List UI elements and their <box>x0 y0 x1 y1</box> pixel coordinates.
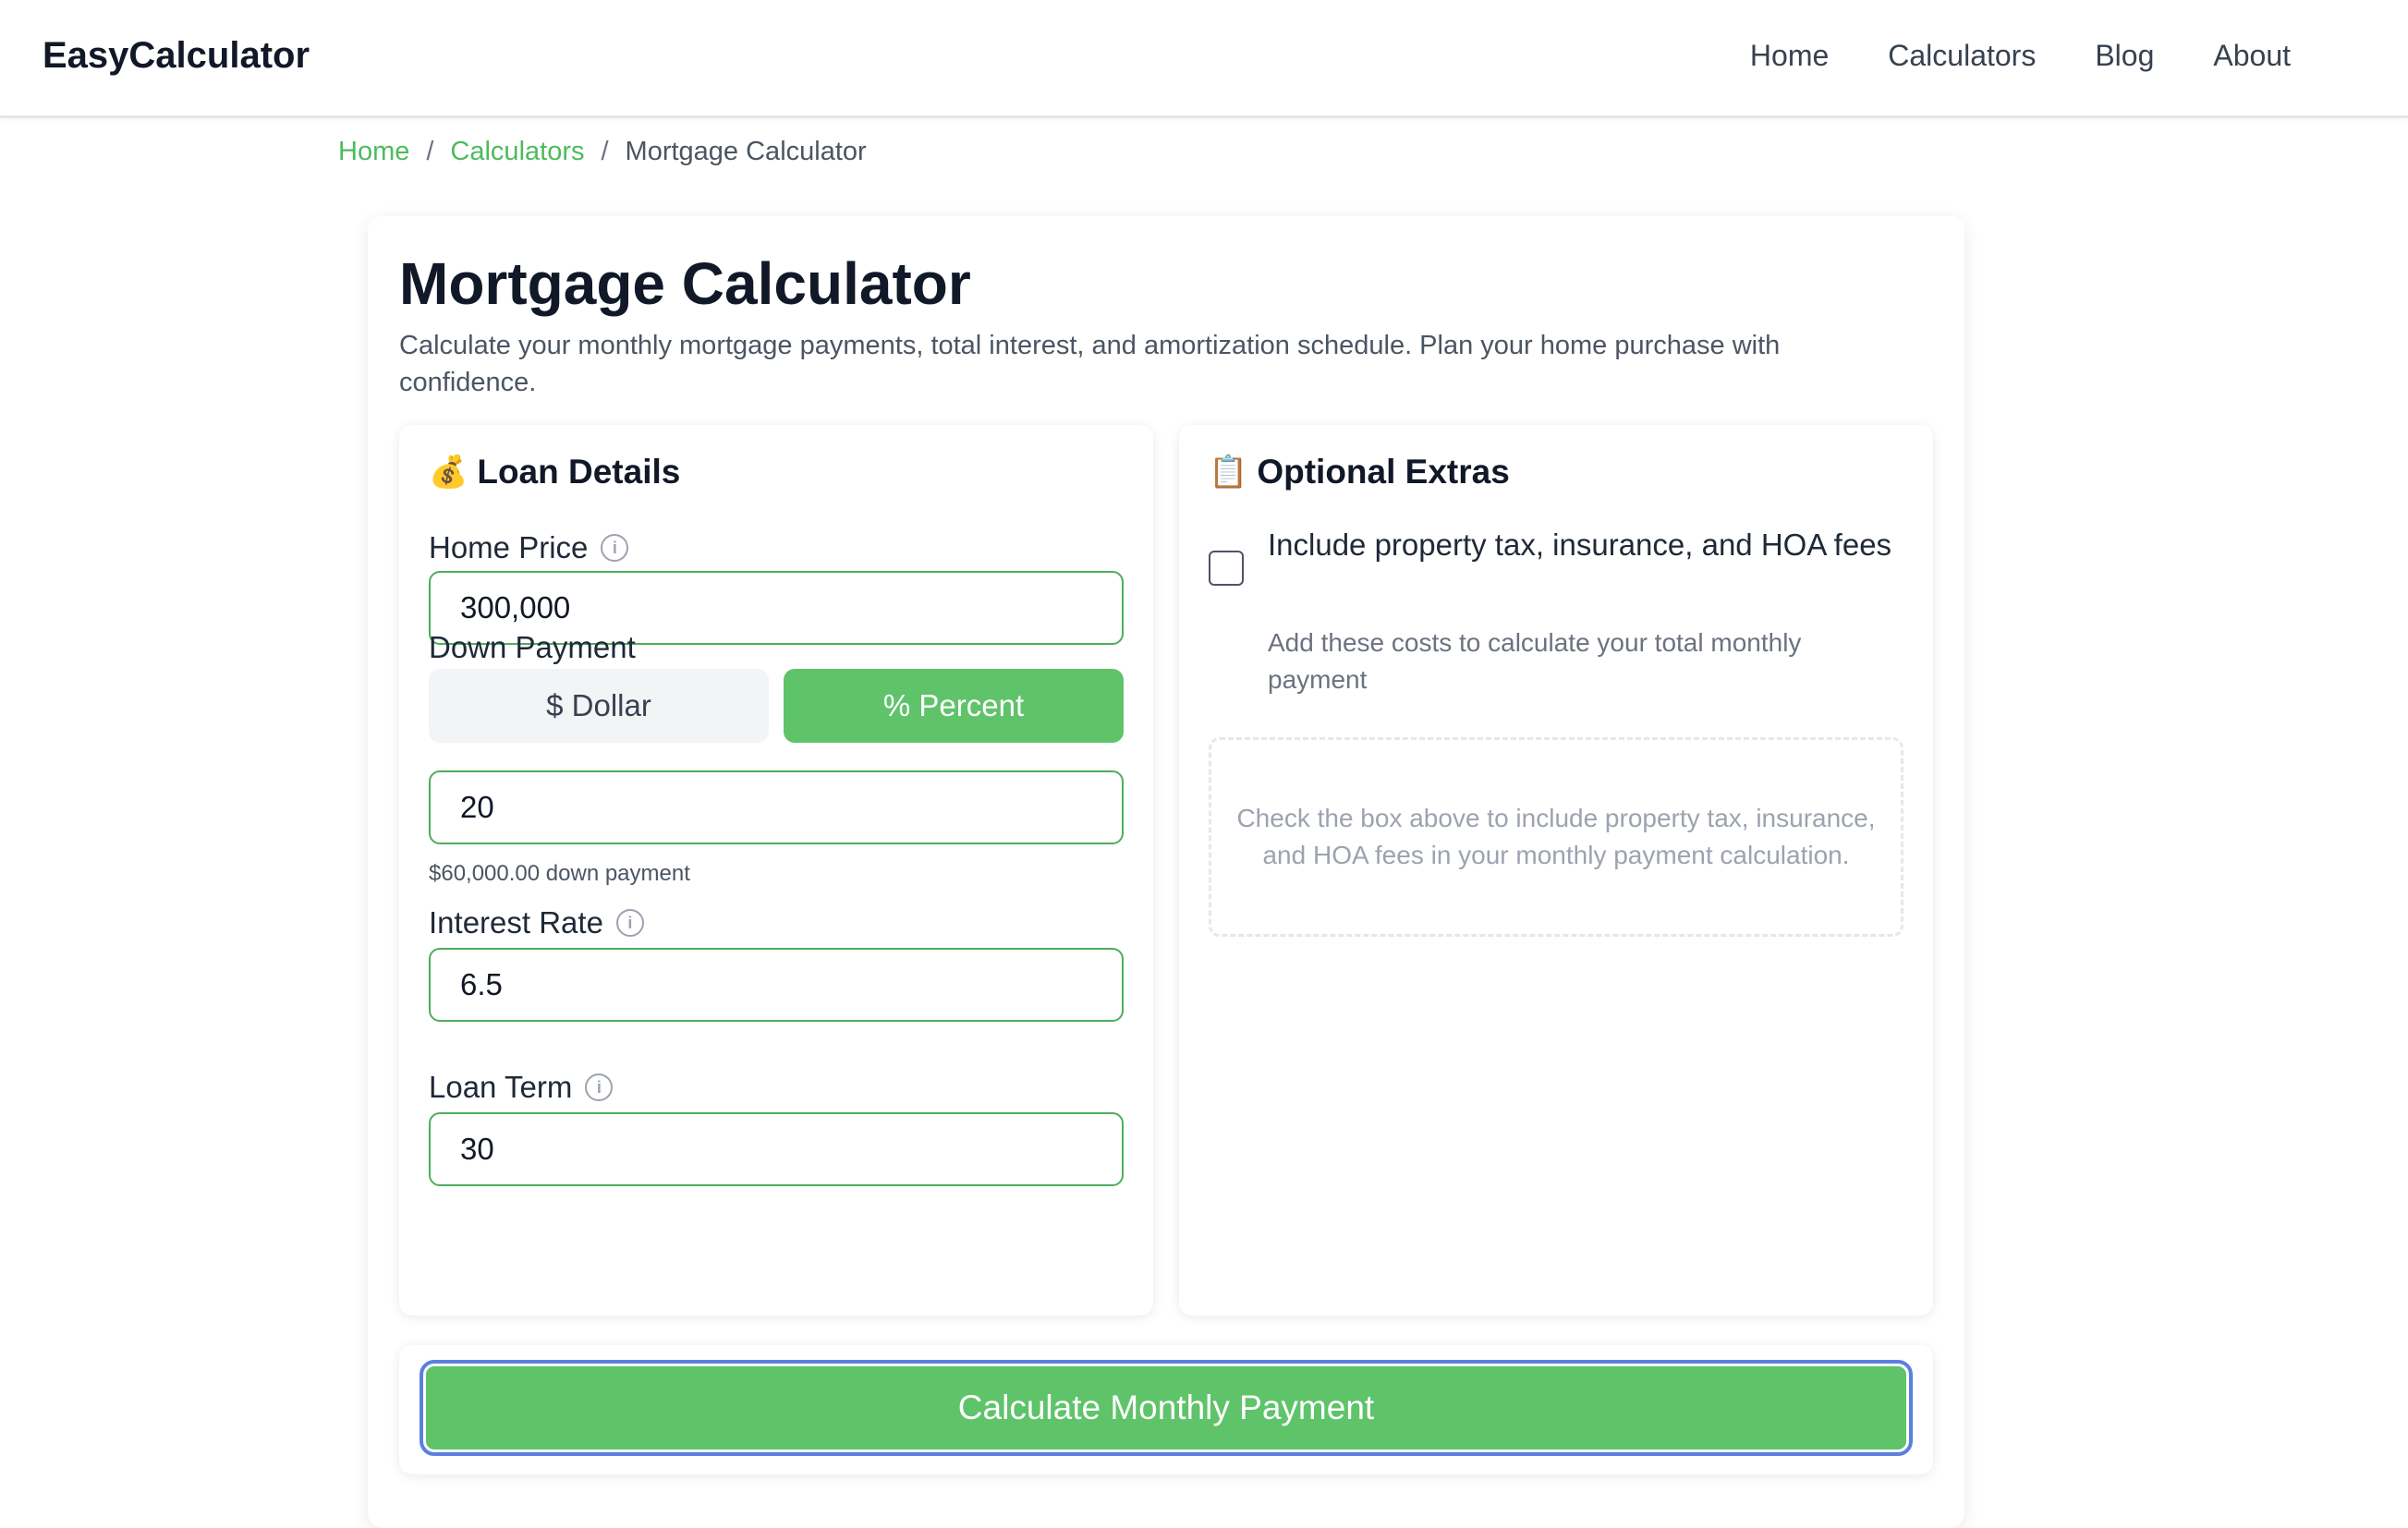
home-price-label-text: Home Price <box>429 530 589 564</box>
loan-term-input[interactable] <box>429 1112 1124 1186</box>
percent-toggle-button[interactable]: % Percent <box>784 669 1124 743</box>
include-extras-checkbox[interactable] <box>1209 551 1244 586</box>
page-description: Calculate your monthly mortgage payments… <box>399 331 1781 397</box>
info-icon[interactable]: i <box>585 1073 614 1101</box>
top-navbar: EasyCalculator Home Calculators Blog Abo… <box>0 0 2408 118</box>
brand-logo[interactable]: EasyCalculator <box>43 35 310 77</box>
calculate-button[interactable]: Calculate Monthly Payment <box>420 1360 1913 1456</box>
loan-details-heading: 💰 Loan Details <box>429 453 680 491</box>
interest-rate-label: Interest Rate i <box>429 905 644 940</box>
money-bag-icon: 💰 <box>429 455 468 490</box>
breadcrumb-separator: / <box>601 137 609 166</box>
loan-details-title: Loan Details <box>477 453 681 491</box>
down-payment-input[interactable] <box>429 770 1124 844</box>
include-extras-help: Add these costs to calculate your total … <box>1268 628 1802 694</box>
main-nav: Home Calculators Blog About <box>1750 39 2291 73</box>
home-price-label: Home Price i <box>429 530 629 565</box>
calculate-section: Calculate Monthly Payment <box>399 1345 1933 1474</box>
nav-calculators-link[interactable]: Calculators <box>1888 39 2036 73</box>
info-icon[interactable]: i <box>601 534 629 562</box>
interest-rate-label-text: Interest Rate <box>429 905 603 940</box>
dollar-toggle-button[interactable]: $ Dollar <box>429 669 769 743</box>
breadcrumb: Home / Calculators / Mortgage Calculator <box>338 137 867 167</box>
clipboard-icon: 📋 <box>1209 455 1248 490</box>
include-extras-label[interactable]: Include property tax, insurance, and HOA… <box>1268 523 1905 567</box>
page-title: Mortgage Calculator <box>399 250 971 317</box>
nav-home-link[interactable]: Home <box>1750 39 1829 73</box>
nav-about-link[interactable]: About <box>2213 39 2291 73</box>
down-payment-helper: $60,000.00 down payment <box>429 861 690 886</box>
optional-extras-title: Optional Extras <box>1257 453 1510 491</box>
calculator-card: Mortgage Calculator Calculate your month… <box>368 216 1964 1528</box>
interest-rate-input[interactable] <box>429 948 1124 1022</box>
loan-term-label-text: Loan Term <box>429 1070 573 1104</box>
optional-extras-heading: 📋 Optional Extras <box>1209 453 1510 491</box>
extras-placeholder: Check the box above to include property … <box>1209 737 1903 937</box>
down-payment-label-text: Down Payment <box>429 630 636 664</box>
breadcrumb-home-link[interactable]: Home <box>338 137 409 167</box>
info-icon[interactable]: i <box>615 909 644 937</box>
breadcrumb-separator: / <box>426 137 434 166</box>
loan-details-panel: 💰 Loan Details Home Price i Down Payment… <box>399 425 1153 1316</box>
down-payment-label: Down Payment <box>429 630 636 665</box>
breadcrumb-calculators-link[interactable]: Calculators <box>450 137 584 167</box>
breadcrumb-current: Mortgage Calculator <box>625 137 867 166</box>
loan-term-label: Loan Term i <box>429 1070 614 1105</box>
nav-blog-link[interactable]: Blog <box>2095 39 2154 73</box>
optional-extras-panel: 📋 Optional Extras Include property tax, … <box>1179 425 1933 1316</box>
